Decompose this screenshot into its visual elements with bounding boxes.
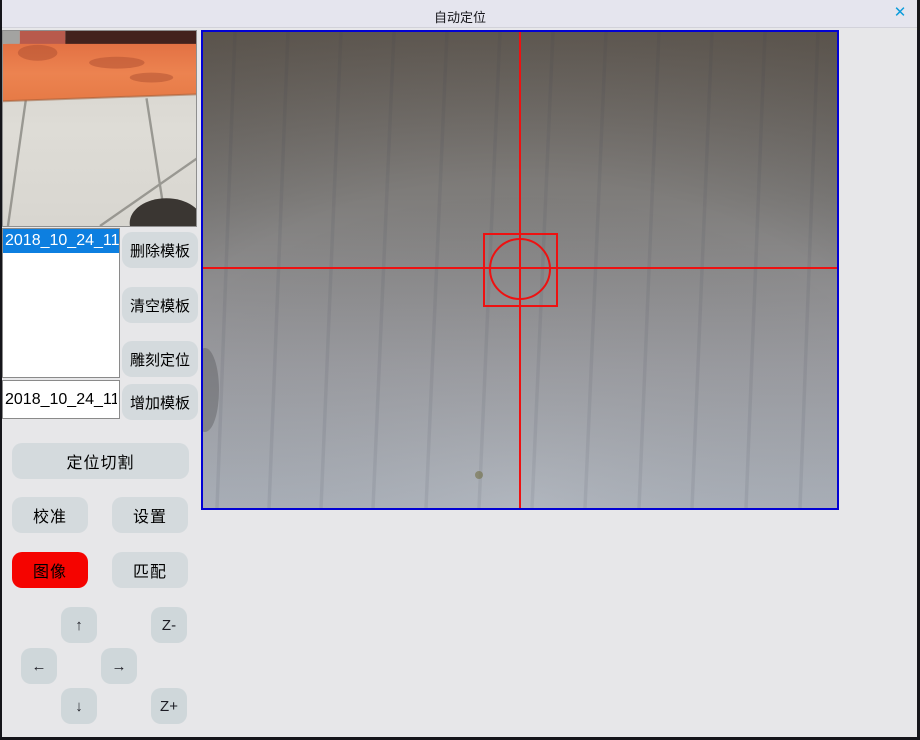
template-name-input[interactable] [2,380,120,419]
add-template-button[interactable]: 增加模板 [122,384,198,420]
jog-down-button[interactable]: ↓ [61,688,97,724]
position-cut-button[interactable]: 定位切割 [12,443,189,479]
close-icon[interactable]: ✕ [891,4,909,22]
image-button[interactable]: 图像 [12,552,88,588]
auto-position-window: 自动定位 ✕ [0,0,920,740]
z-minus-button[interactable]: Z- [151,607,187,643]
jog-left-button[interactable]: ← [21,648,57,684]
thumbnail-image [3,31,196,226]
z-plus-button[interactable]: Z+ [151,688,187,724]
arrow-right-icon: → [112,658,127,675]
jog-right-button[interactable]: → [101,648,137,684]
template-list-item[interactable]: 2018_10_24_11 [3,229,119,253]
match-button[interactable]: 匹配 [112,552,188,588]
calibrate-button[interactable]: 校准 [12,497,88,533]
arrow-up-icon: ↑ [75,617,83,634]
template-thumbnail[interactable] [2,30,197,227]
titlebar: 自动定位 ✕ [0,0,920,28]
window-title: 自动定位 [0,7,920,26]
template-list[interactable]: 2018_10_24_11 [2,228,120,378]
engrave-position-button[interactable]: 雕刻定位 [122,341,198,377]
arrow-left-icon: ← [32,658,47,675]
arrow-down-icon: ↓ [75,698,83,715]
delete-template-button[interactable]: 删除模板 [122,232,198,268]
jog-up-button[interactable]: ↑ [61,607,97,643]
camera-view[interactable] [201,30,839,510]
clear-templates-button[interactable]: 清空模板 [122,287,198,323]
settings-button[interactable]: 设置 [112,497,188,533]
camera-feed [203,32,837,508]
